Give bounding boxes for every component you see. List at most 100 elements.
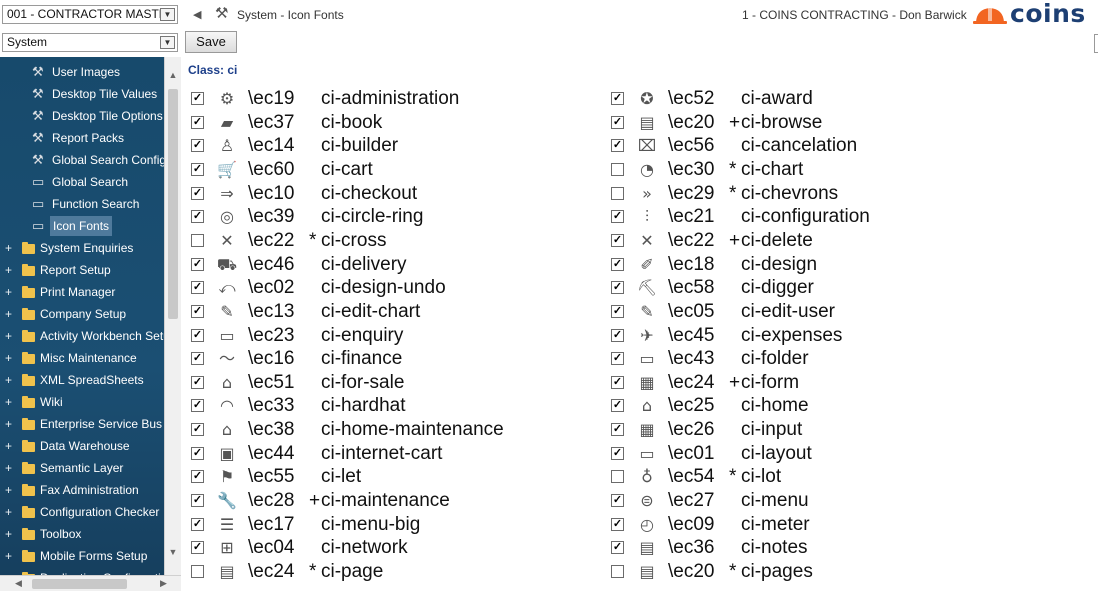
expand-icon[interactable]: + [5,392,12,412]
module-select[interactable]: System ▼ [2,33,178,52]
tree-item[interactable]: + Semantic Layer [0,458,164,478]
icon-enabled-checkbox[interactable] [611,162,624,176]
tree-item[interactable]: + Wiki [0,392,164,412]
icon-enabled-checkbox[interactable] [611,470,624,484]
tree-item[interactable]: ⚒ Desktop Tile Options [0,106,164,126]
scroll-down-icon[interactable]: ▼ [165,544,181,560]
expand-icon[interactable]: + [5,458,12,478]
icon-enabled-checkbox[interactable]: ✓ [611,281,624,295]
icon-status-marker: * [729,561,737,582]
icon-enabled-checkbox[interactable]: ✓ [611,257,624,271]
icon-enabled-checkbox[interactable]: ✓ [191,399,204,413]
expand-icon[interactable]: + [5,348,12,368]
icon-enabled-checkbox[interactable]: ✓ [191,328,204,342]
tree-item[interactable]: + Misc Maintenance [0,348,164,368]
icon-enabled-checkbox[interactable]: ✓ [191,517,204,531]
tree-vertical-scrollbar[interactable]: ▲ ▼ [164,57,181,577]
expand-icon[interactable]: + [5,260,12,280]
expand-icon[interactable]: + [5,370,12,390]
tree-item[interactable]: ⚒ Report Packs [0,128,164,148]
icon-enabled-checkbox[interactable]: ✓ [191,446,204,460]
icon-enabled-checkbox[interactable]: ✓ [191,162,204,176]
expand-icon[interactable]: + [5,326,12,346]
tree-item[interactable]: + Fax Administration [0,480,164,500]
tree-item[interactable]: ⚒ User Images [0,62,164,82]
icon-enabled-checkbox[interactable]: ✓ [191,115,204,129]
icon-enabled-checkbox[interactable]: ✓ [611,541,624,555]
chevron-down-icon[interactable]: ▼ [160,36,175,49]
tree-item[interactable]: + Data Warehouse [0,436,164,456]
expand-icon[interactable]: + [5,480,12,500]
icon-enabled-checkbox[interactable]: ✓ [611,139,624,153]
expand-icon[interactable]: + [5,304,12,324]
expand-icon[interactable]: + [5,282,12,302]
tree-item[interactable]: + Activity Workbench Setup [0,326,164,346]
icon-enabled-checkbox[interactable]: ✓ [611,399,624,413]
tree-item[interactable]: + Report Setup [0,260,164,280]
icon-enabled-checkbox[interactable]: ✓ [191,139,204,153]
tree-item[interactable]: ▭ Global Search [0,172,164,192]
scroll-right-icon[interactable]: ▶ [160,578,167,589]
tree-item[interactable]: + Configuration Checker [0,502,164,522]
icon-enabled-checkbox[interactable]: ✓ [191,423,204,437]
icon-enabled-checkbox[interactable]: ✓ [191,92,204,105]
scroll-up-icon[interactable]: ▲ [165,67,181,83]
tree-item[interactable]: + Mobile Forms Setup [0,546,164,566]
tree-item[interactable]: + Enterprise Service Bus [0,414,164,434]
tree-item[interactable]: ⚒ Global Search Configuration [0,150,164,170]
tree-item[interactable]: ▭ Function Search [0,194,164,214]
icon-enabled-checkbox[interactable]: ✓ [191,541,204,555]
icon-enabled-checkbox[interactable]: ✓ [611,92,624,105]
expand-icon[interactable]: + [5,524,12,544]
icon-enabled-checkbox[interactable]: ✓ [191,281,204,295]
chevron-down-icon[interactable]: ▼ [160,8,175,21]
icon-enabled-checkbox[interactable]: ✓ [611,446,624,460]
icon-enabled-checkbox[interactable] [611,565,624,578]
icon-code: \ec20 [668,111,715,133]
tree-horizontal-scrollbar[interactable]: ◀ ▶ [0,575,181,591]
tree-item[interactable]: ▭ Icon Fonts [0,216,164,236]
save-button[interactable]: Save [185,31,237,53]
icon-enabled-checkbox[interactable]: ✓ [611,352,624,366]
icon-enabled-checkbox[interactable]: ✓ [191,375,204,389]
tree-item[interactable]: + XML SpreadSheets [0,370,164,390]
expand-icon[interactable]: + [5,238,12,258]
expand-icon[interactable]: + [5,436,12,456]
tree-item-label: User Images [52,65,121,79]
expand-icon[interactable]: + [5,546,12,566]
tree-item[interactable]: + Company Setup [0,304,164,324]
icon-enabled-checkbox[interactable]: ✓ [611,423,624,437]
tree-item-label: Company Setup [40,307,127,321]
icon-enabled-checkbox[interactable]: ✓ [191,186,204,200]
icon-enabled-checkbox[interactable] [611,186,624,200]
icon-enabled-checkbox[interactable]: ✓ [611,328,624,342]
tree-item[interactable]: + System Enquiries [0,238,164,258]
icon-enabled-checkbox[interactable]: ✓ [191,210,204,224]
icon-enabled-checkbox[interactable] [191,565,204,578]
icon-enabled-checkbox[interactable]: ✓ [191,352,204,366]
tree-item[interactable]: + Print Manager [0,282,164,302]
icon-enabled-checkbox[interactable]: ✓ [611,375,624,389]
tree-item[interactable]: + Toolbox [0,524,164,544]
icon-enabled-checkbox[interactable]: ✓ [611,210,624,224]
scrollbar-thumb[interactable] [32,579,127,589]
company-select[interactable]: 001 - CONTRACTOR MASTER ▼ [2,5,178,24]
expand-icon[interactable]: + [5,414,12,434]
icon-enabled-checkbox[interactable]: ✓ [611,115,624,129]
edge-input[interactable] [1094,34,1098,53]
tree-item[interactable]: ⚒ Desktop Tile Values [0,84,164,104]
icon-enabled-checkbox[interactable]: ✓ [611,517,624,531]
icon-enabled-checkbox[interactable]: ✓ [611,494,624,508]
icon-enabled-checkbox[interactable]: ✓ [611,233,624,247]
icon-enabled-checkbox[interactable]: ✓ [611,304,624,318]
icon-enabled-checkbox[interactable] [191,233,204,247]
icon-enabled-checkbox[interactable]: ✓ [191,304,204,318]
icon-enabled-checkbox[interactable]: ✓ [191,257,204,271]
icon-enabled-checkbox[interactable]: ✓ [191,494,204,508]
icon-status-marker: * [729,158,737,180]
scrollbar-thumb[interactable] [168,89,178,319]
scroll-left-icon[interactable]: ◀ [15,578,22,589]
icon-enabled-checkbox[interactable]: ✓ [191,470,204,484]
expand-icon[interactable]: + [5,502,12,522]
back-arrow-icon[interactable]: ◀ [193,8,201,21]
